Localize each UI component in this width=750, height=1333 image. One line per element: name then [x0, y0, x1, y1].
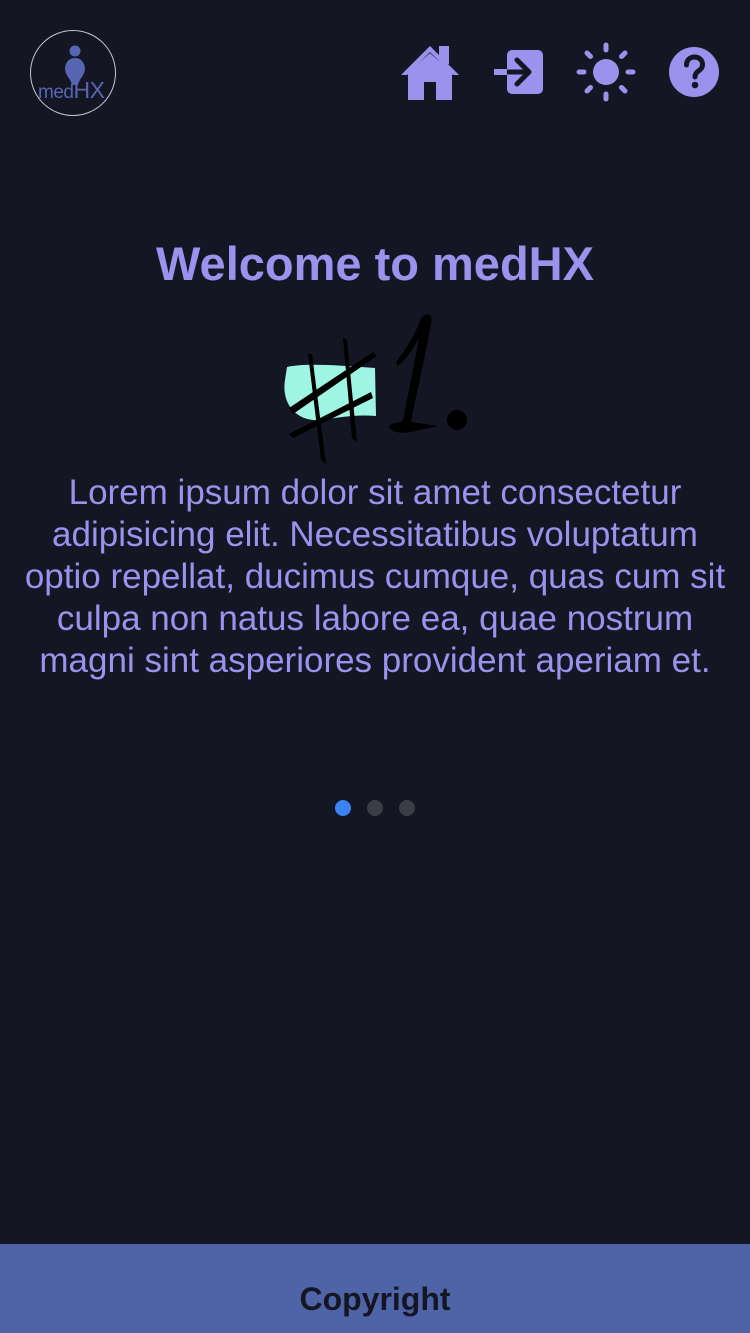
intro-paragraph: Lorem ipsum dolor sit amet consectetur a…: [24, 473, 726, 680]
copyright-text: Copyright: [299, 1281, 451, 1317]
home-icon[interactable]: [399, 42, 461, 104]
carousel-dot-1[interactable]: [335, 800, 351, 816]
carousel-indicators: [0, 800, 750, 816]
hero-number-one-graphic: [275, 310, 475, 470]
medhx-logo[interactable]: medHX: [30, 30, 116, 116]
login-icon[interactable]: [489, 42, 551, 104]
person-icon: [65, 45, 85, 85]
logo-text: medHX: [38, 77, 105, 103]
page-title: Welcome to medHX: [156, 237, 594, 290]
help-icon[interactable]: [663, 42, 725, 104]
footer: Copyright: [0, 1244, 750, 1333]
carousel-dot-3[interactable]: [399, 800, 415, 816]
sun-icon[interactable]: [575, 42, 637, 104]
carousel-dot-2[interactable]: [367, 800, 383, 816]
